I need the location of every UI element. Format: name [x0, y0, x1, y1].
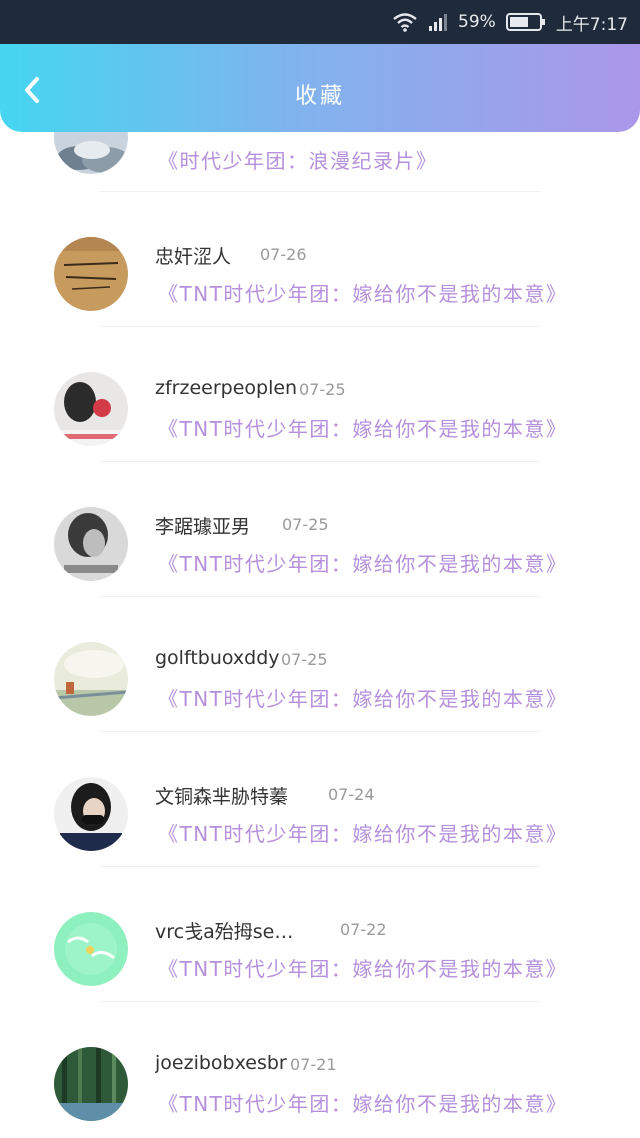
item-title: 《TNT时代少年团：嫁给你不是我的本意》	[158, 957, 568, 981]
user-name: 李踞璩亚男	[155, 516, 251, 538]
status-icons: 59% 上午7:17	[392, 0, 628, 44]
wifi-icon	[392, 12, 418, 32]
header-bar: 收藏	[0, 44, 640, 132]
favorite-date: 07-26	[260, 245, 307, 264]
avatar	[54, 237, 128, 311]
favorite-date: 07-25	[299, 380, 346, 399]
clock: 上午7:17	[555, 14, 628, 35]
favorite-date: 07-25	[281, 650, 328, 669]
avatar	[54, 777, 128, 851]
list-item[interactable]: zfrzeerpeoplen 07-25 《TNT时代少年团：嫁给你不是我的本意…	[0, 327, 640, 462]
favorites-list[interactable]: 《时代少年团：浪漫纪录片》 忠奸涩人 07-26 《TNT时代少年团：嫁给你不是…	[0, 120, 640, 1138]
avatar-landscape-icon	[54, 642, 128, 716]
avatar-portrait-icon	[54, 507, 128, 581]
item-title: 《TNT时代少年团：嫁给你不是我的本意》	[158, 687, 568, 711]
user-name: vrc戋a殆拇se…	[155, 921, 294, 943]
list-item[interactable]: joezibobxesbr 07-21 《TNT时代少年团：嫁给你不是我的本意》	[0, 1002, 640, 1137]
avatar	[54, 1047, 128, 1121]
avatar	[54, 372, 128, 446]
list-item[interactable]: 忠奸涩人 07-26 《TNT时代少年团：嫁给你不是我的本意》	[0, 192, 640, 327]
battery-percent: 59%	[458, 12, 496, 32]
battery-icon	[505, 12, 546, 32]
avatar-forest-icon	[54, 1047, 128, 1121]
favorite-date: 07-24	[328, 785, 375, 804]
page-title: 收藏	[294, 84, 345, 109]
item-title: 《TNT时代少年团：嫁给你不是我的本意》	[158, 282, 568, 306]
user-name: 忠奸涩人	[155, 246, 232, 268]
user-name: golftbuoxddy	[155, 647, 280, 669]
item-title: 《TNT时代少年团：嫁给你不是我的本意》	[158, 1092, 568, 1116]
favorite-date: 07-22	[340, 920, 387, 939]
avatar-masked-person-icon	[54, 777, 128, 851]
avatar-handwriting-icon	[54, 237, 128, 311]
item-title: 《TNT时代少年团：嫁给你不是我的本意》	[158, 822, 568, 846]
avatar	[54, 912, 128, 986]
item-title: 《TNT时代少年团：嫁给你不是我的本意》	[158, 552, 568, 576]
favorite-date: 07-21	[290, 1055, 337, 1074]
list-item[interactable]: 李踞璩亚男 07-25 《TNT时代少年团：嫁给你不是我的本意》	[0, 462, 640, 597]
avatar	[54, 642, 128, 716]
user-name: 文铜森芈胁特蓁	[155, 786, 289, 808]
avatar-photo-icon	[54, 372, 128, 446]
user-name: joezibobxesbr	[155, 1052, 287, 1074]
favorite-date: 07-25	[282, 515, 329, 534]
avatar-green-sticker-icon	[54, 912, 128, 986]
item-title: 《TNT时代少年团：嫁给你不是我的本意》	[158, 417, 568, 441]
list-item[interactable]: golftbuoxddy 07-25 《TNT时代少年团：嫁给你不是我的本意》	[0, 597, 640, 732]
signal-icon	[428, 12, 448, 32]
list-item[interactable]: 文铜森芈胁特蓁 07-24 《TNT时代少年团：嫁给你不是我的本意》	[0, 732, 640, 867]
item-title: 《时代少年团：浪漫纪录片》	[158, 149, 438, 173]
status-bar: 59% 上午7:17	[0, 0, 640, 44]
user-name: zfrzeerpeoplen	[155, 377, 298, 399]
avatar	[54, 507, 128, 581]
list-item[interactable]: vrc戋a殆拇se… 07-22 《TNT时代少年团：嫁给你不是我的本意》	[0, 867, 640, 1002]
